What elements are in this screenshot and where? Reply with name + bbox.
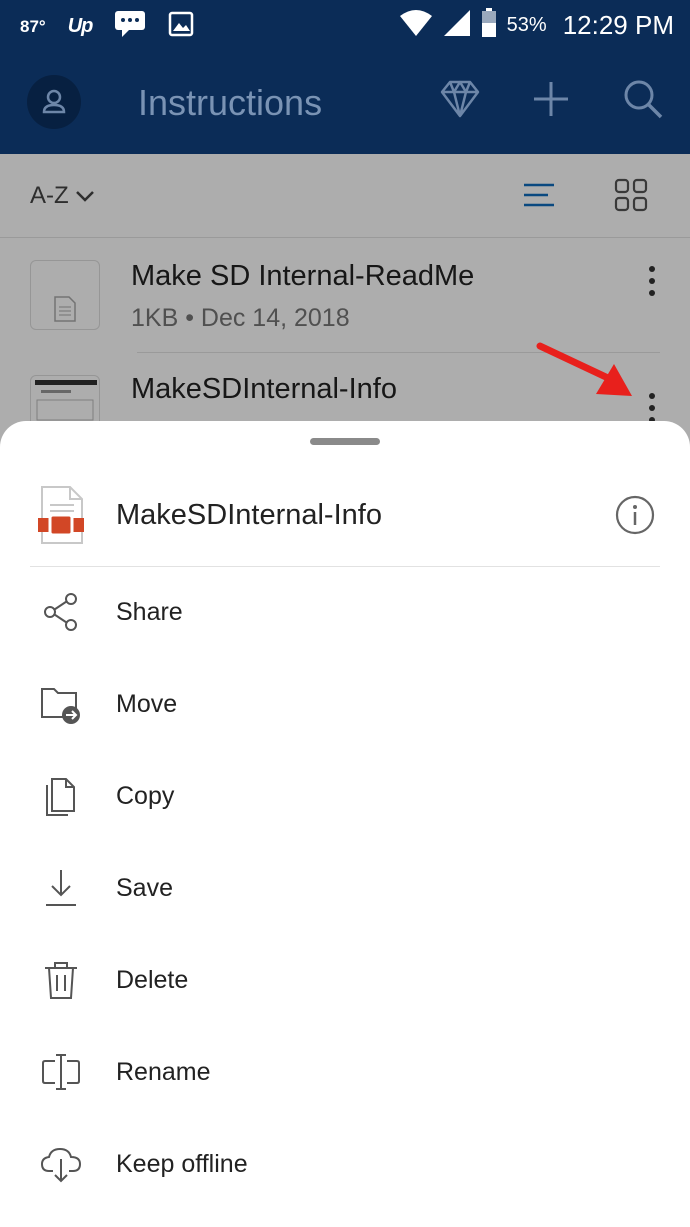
account-avatar-button[interactable] (27, 75, 81, 129)
temperature-text: 87° (20, 16, 46, 36)
status-bar: 87° Up 53% 12:29 PM (0, 0, 690, 50)
keep-offline-label: Keep offline (116, 1150, 248, 1178)
copy-icon (40, 775, 82, 817)
premium-diamond-button[interactable] (440, 78, 480, 125)
sheet-divider (30, 566, 660, 567)
info-icon (615, 495, 655, 535)
powerpoint-file-icon (36, 485, 86, 550)
diamond-icon (440, 80, 480, 118)
cloud-download-icon (40, 1143, 82, 1185)
share-label: Share (116, 598, 183, 626)
move-folder-icon (40, 683, 82, 725)
message-icon (114, 10, 146, 43)
trash-icon (40, 959, 82, 1001)
battery-percent: 53% (506, 14, 547, 36)
delete-label: Delete (116, 966, 189, 994)
person-icon (42, 89, 66, 114)
rename-label: Rename (116, 1058, 211, 1086)
copy-label: Copy (116, 782, 175, 810)
page-title: Instructions (138, 82, 323, 123)
keep-offline-action[interactable]: Keep offline (0, 1121, 690, 1213)
share-action[interactable]: Share (0, 569, 690, 661)
plus-icon (534, 82, 568, 116)
battery-icon (481, 8, 497, 43)
move-label: Move (116, 690, 178, 718)
file-info-button[interactable] (614, 494, 656, 541)
carrier-logo: Up (67, 15, 94, 37)
save-label: Save (116, 874, 173, 902)
file-actions-sheet: MakeSDInternal-Info Share Move Copy Save (0, 421, 690, 1227)
sheet-drag-handle[interactable] (310, 438, 380, 445)
app-bar: Instructions (0, 50, 690, 154)
rename-icon (40, 1051, 82, 1093)
search-icon (624, 80, 663, 119)
sheet-header: MakeSDInternal-Info (0, 471, 690, 566)
share-icon (40, 591, 82, 633)
wifi-icon (399, 9, 433, 42)
move-action[interactable]: Move (0, 661, 690, 753)
delete-action[interactable]: Delete (0, 937, 690, 1029)
clock: 12:29 PM (562, 10, 674, 40)
save-action[interactable]: Save (0, 845, 690, 937)
search-button[interactable] (622, 78, 664, 125)
signal-icon (443, 9, 471, 42)
gallery-icon (168, 11, 194, 42)
copy-action[interactable]: Copy (0, 753, 690, 845)
sheet-file-name: MakeSDInternal-Info (116, 499, 382, 531)
add-button[interactable] (531, 78, 571, 125)
annotation-arrow (536, 340, 636, 407)
rename-action[interactable]: Rename (0, 1029, 690, 1121)
download-icon (40, 867, 82, 909)
